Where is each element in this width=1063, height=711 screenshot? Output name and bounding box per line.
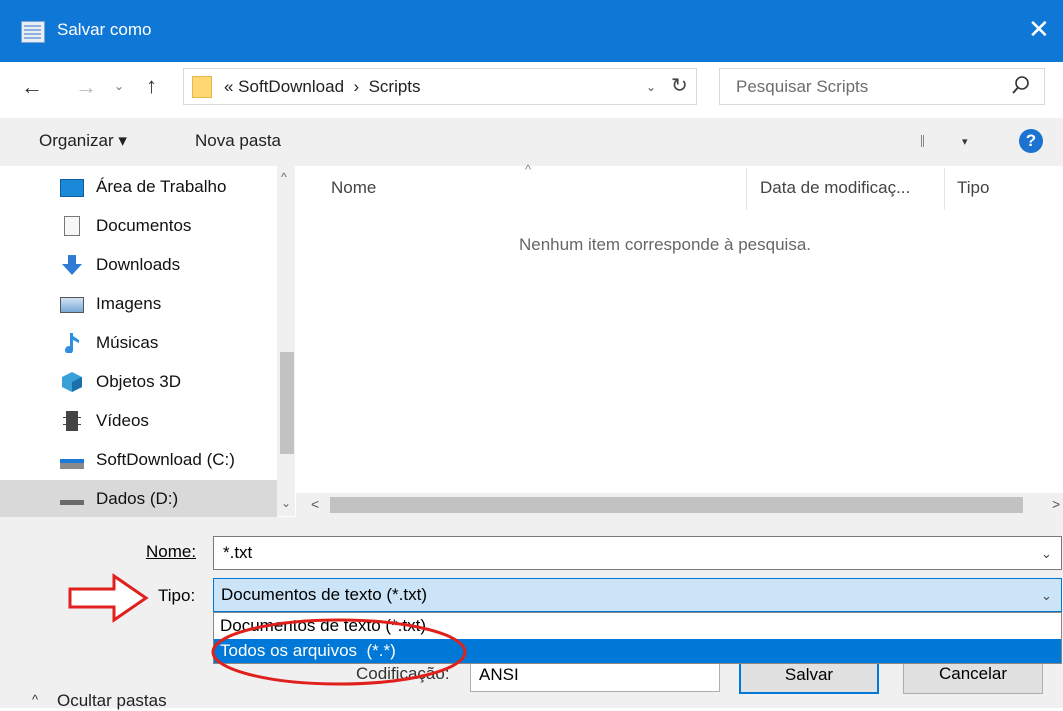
horizontal-scroll-thumb[interactable] [330,497,1023,513]
help-icon[interactable]: ? [1019,129,1043,153]
sidebar-item-label: Downloads [96,255,181,274]
sidebar-item-label: Imagens [96,294,162,313]
empty-list-message: Nenhum item corresponde à pesquisa. [519,235,811,254]
column-header-date-modified[interactable]: Data de modificaç... [760,178,910,198]
close-button[interactable]: ✕ [1028,14,1050,44]
music-icon [65,333,79,353]
scroll-up-icon[interactable]: ^ [281,170,287,184]
cancel-button[interactable]: Cancelar [903,662,1043,694]
sidebar-item-label: Documentos [96,216,192,235]
address-dropdown-button[interactable]: ⌄ [646,80,656,94]
pictures-icon [60,297,84,313]
up-button[interactable]: ↑ [146,73,157,99]
file-name-value: *.txt [223,543,253,562]
view-options-icon[interactable] [921,135,938,147]
annotation-arrow-icon [68,573,149,623]
drive-d-icon [60,500,84,505]
sidebar-item-downloads[interactable]: Downloads [0,246,277,284]
folder-icon [192,76,212,98]
back-button[interactable]: ← [21,74,43,100]
sidebar-item-drive-d[interactable]: Dados (D:) [0,480,277,518]
save-button[interactable]: Salvar [739,662,879,694]
forward-button[interactable]: → [75,74,97,100]
file-name-label: Nome: [146,542,197,561]
sidebar-item-label: SoftDownload (C:) [96,450,235,469]
search-input[interactable]: Pesquisar Scripts [719,68,1045,105]
address-bar[interactable]: « SoftDownload › Scripts ⌄ ↻ [183,68,697,105]
file-type-value: Documentos de texto (*.txt) [221,585,427,604]
sidebar-item-label: Área de Trabalho [96,177,227,196]
sidebar-item-label: Dados (D:) [96,489,179,508]
objects-3d-icon [62,372,82,392]
encoding-value: ANSI [479,665,519,684]
column-divider[interactable] [746,168,747,210]
videos-icon [63,411,81,431]
notepad-icon [21,21,45,43]
sidebar-scroll-thumb[interactable] [280,352,294,454]
view-options-dropdown[interactable]: ▾ [962,135,968,148]
column-header-type[interactable]: Tipo [957,178,989,198]
scroll-right-icon[interactable]: > [1052,496,1060,512]
refresh-icon[interactable]: ↻ [671,73,688,98]
breadcrumb[interactable]: « SoftDownload › Scripts [224,77,421,97]
sidebar-item-desktop[interactable]: Área de Trabalho [0,168,277,206]
navigation-pane: Área de Trabalho Documentos Downloads Im… [0,166,296,518]
new-folder-button[interactable]: Nova pasta [195,131,281,151]
file-type-dropdown-icon[interactable]: ⌄ [1041,588,1052,604]
downloads-icon [62,255,82,275]
sidebar-item-documents[interactable]: Documentos [0,207,277,245]
sidebar-item-label: Músicas [96,333,159,352]
file-name-field[interactable]: *.txt ⌄ [213,536,1062,570]
documents-icon [64,216,80,236]
sidebar-item-videos[interactable]: Vídeos [0,402,277,440]
sidebar-item-drive-c[interactable]: SoftDownload (C:) [0,441,277,479]
sort-indicator-icon: ^ [525,162,532,177]
column-divider[interactable] [944,168,945,210]
sidebar-item-3d-objects[interactable]: Objetos 3D [0,363,277,401]
title-bar [0,0,1063,62]
sidebar-item-label: Objetos 3D [96,372,182,391]
desktop-icon [60,179,84,197]
sidebar-item-music[interactable]: Músicas [0,324,277,362]
scroll-left-icon[interactable]: < [311,496,319,512]
sidebar-item-label: Vídeos [96,411,149,430]
file-type-select[interactable]: Documentos de texto (*.txt) ⌄ [213,578,1062,612]
hide-folders-button[interactable]: Ocultar pastas [57,691,167,711]
window-title: Salvar como [57,20,152,39]
drive-c-icon [60,459,84,469]
search-placeholder: Pesquisar Scripts [736,77,869,96]
command-bar: Organizar ▾ Nova pasta ▾ ? [0,118,1063,166]
search-icon[interactable] [1011,75,1031,97]
recent-locations-button[interactable]: ⌄ [114,79,124,93]
chevron-up-icon[interactable]: ^ [32,692,38,707]
sidebar-item-pictures[interactable]: Imagens [0,285,277,323]
column-header-name[interactable]: Nome [331,178,376,198]
encoding-select[interactable]: ANSI [470,662,720,692]
organize-menu-button[interactable]: Organizar ▾ [39,131,127,151]
annotation-ellipse [211,618,467,686]
file-type-label: Tipo: [158,586,196,605]
file-name-dropdown-icon[interactable]: ⌄ [1041,546,1052,562]
sidebar-scrollbar[interactable] [277,166,295,516]
scroll-down-icon[interactable]: ⌄ [281,496,291,510]
